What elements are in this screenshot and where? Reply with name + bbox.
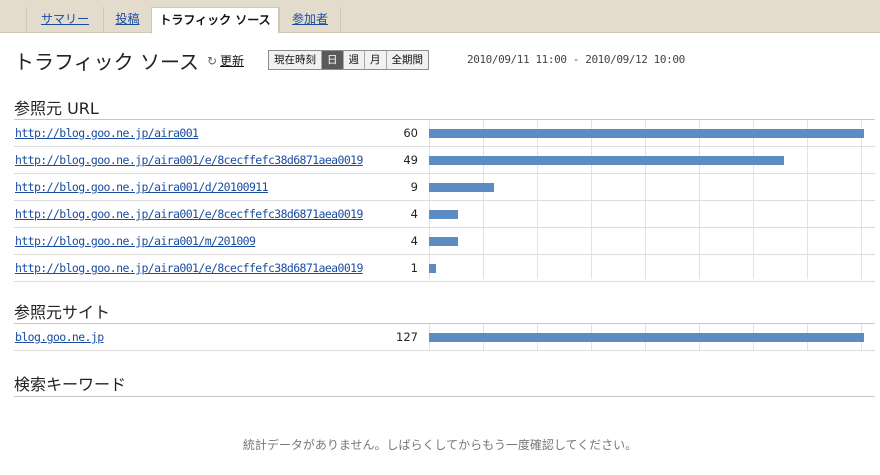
referrer-url-link[interactable]: http://blog.goo.ne.jp/aira001/e/8cecffef… — [15, 207, 365, 221]
referrer-url-link[interactable]: http://blog.goo.ne.jp/aira001/e/8cecffef… — [15, 153, 365, 167]
tab-posts[interactable]: 投稿 — [103, 7, 151, 33]
divider — [14, 396, 875, 397]
refresh-button[interactable]: ↻ 更新 — [207, 52, 244, 69]
referrer-count: 9 — [410, 180, 418, 194]
referrer-bar — [429, 264, 436, 273]
period-selector: 現在時刻 日 週 月 全期間 — [268, 50, 429, 70]
tab-traffic-sources-label: トラフィック ソース — [159, 13, 271, 27]
table-row: http://blog.goo.ne.jp/aira001 60 — [14, 120, 875, 147]
table-row: http://blog.goo.ne.jp/aira001/e/8cecffef… — [14, 201, 875, 228]
tab-summary[interactable]: サマリー — [26, 7, 103, 33]
date-range: 2010/09/11 11:00 - 2010/09/12 10:00 — [467, 53, 685, 66]
period-all[interactable]: 全期間 — [387, 51, 429, 69]
referrer-url-link[interactable]: http://blog.goo.ne.jp/aira001/m/201009 — [15, 234, 365, 248]
referrer-bar — [429, 333, 864, 342]
referrer-site-link[interactable]: blog.goo.ne.jp — [15, 330, 365, 344]
referrer-url-link[interactable]: http://blog.goo.ne.jp/aira001/e/8cecffef… — [15, 261, 365, 275]
referrer-bar — [429, 237, 458, 246]
table-row: http://blog.goo.ne.jp/aira001/d/20100911… — [14, 174, 875, 201]
referrer-bar — [429, 183, 494, 192]
section-title-search-keywords: 検索キーワード — [14, 375, 127, 394]
referrer-count: 60 — [403, 126, 418, 140]
period-day[interactable]: 日 — [322, 51, 344, 69]
empty-message: 統計データがありません。しばらくしてからもう一度確認してください。 — [242, 438, 638, 452]
tab-summary-link[interactable]: サマリー — [41, 12, 89, 26]
tab-participants-link[interactable]: 参加者 — [292, 12, 328, 26]
tab-bar: サマリー 投稿 トラフィック ソース 参加者 — [0, 0, 880, 34]
refresh-label: 更新 — [220, 54, 245, 68]
table-row: blog.goo.ne.jp 127 — [14, 324, 875, 351]
referrer-count: 4 — [410, 207, 418, 221]
referrer-bar — [429, 210, 458, 219]
period-now[interactable]: 現在時刻 — [269, 51, 322, 69]
referrer-url-table: http://blog.goo.ne.jp/aira001 60 http://… — [14, 120, 875, 282]
table-row: http://blog.goo.ne.jp/aira001/e/8cecffef… — [14, 147, 875, 174]
referrer-bar — [429, 129, 864, 138]
referrer-url-link[interactable]: http://blog.goo.ne.jp/aira001/d/20100911 — [15, 180, 365, 194]
referrer-site-table: blog.goo.ne.jp 127 — [14, 324, 875, 351]
referrer-count: 127 — [396, 330, 418, 344]
tab-participants[interactable]: 参加者 — [279, 7, 341, 33]
tab-traffic-sources[interactable]: トラフィック ソース — [151, 7, 279, 34]
referrer-url-link[interactable]: http://blog.goo.ne.jp/aira001 — [15, 126, 365, 140]
referrer-count: 1 — [410, 261, 418, 275]
section-title-referrer-sites: 参照元サイト — [14, 303, 111, 322]
referrer-bar — [429, 156, 784, 165]
table-row: http://blog.goo.ne.jp/aira001/m/201009 4 — [14, 228, 875, 255]
period-month[interactable]: 月 — [365, 51, 387, 69]
referrer-count: 49 — [403, 153, 418, 167]
refresh-icon: ↻ — [207, 54, 218, 68]
tab-posts-link[interactable]: 投稿 — [115, 12, 139, 26]
page-title: トラフィック ソース — [14, 50, 199, 74]
referrer-count: 4 — [410, 234, 418, 248]
table-row: http://blog.goo.ne.jp/aira001/e/8cecffef… — [14, 255, 875, 282]
section-title-referrer-urls: 参照元 URL — [14, 99, 99, 118]
period-week[interactable]: 週 — [344, 51, 365, 69]
